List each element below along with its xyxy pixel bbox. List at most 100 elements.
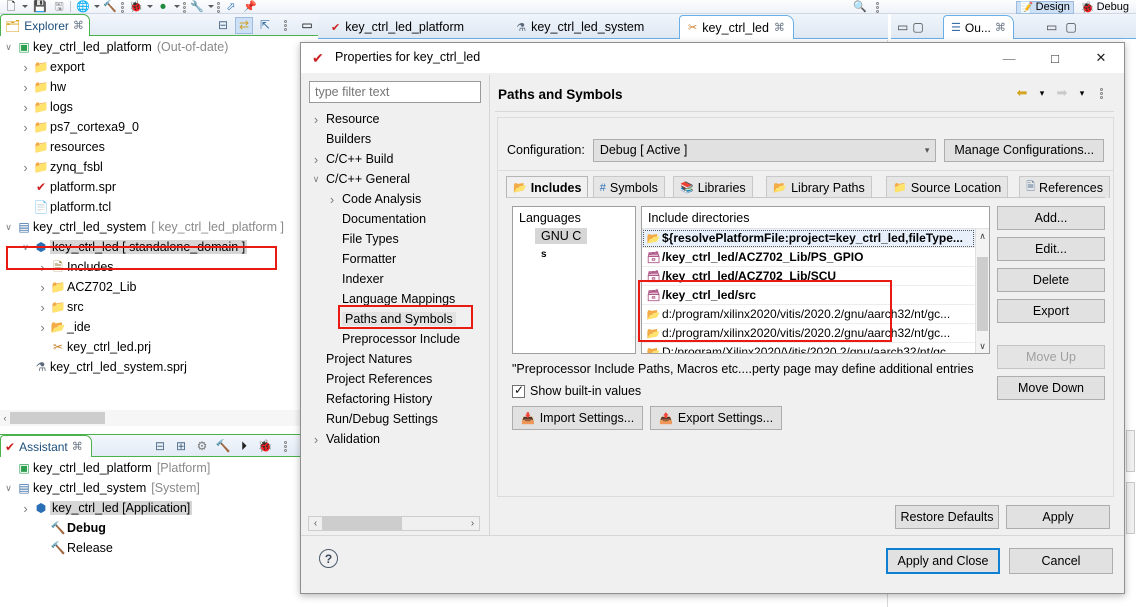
properties-tab[interactable]: 📂 Library Paths xyxy=(766,176,872,198)
preference-item[interactable]: File Types xyxy=(306,229,486,249)
expand-arrow-icon-closed[interactable] xyxy=(326,192,338,207)
export-settings-button[interactable]: 📤 Export Settings... xyxy=(650,406,783,430)
preference-item[interactable]: Validation xyxy=(306,429,486,449)
tree-item[interactable]: ▤key_ctrl_led_system [ key_ctrl_led_platf… xyxy=(0,217,318,237)
collapse-all-icon[interactable]: ⊟ xyxy=(214,17,232,34)
tree-item[interactable]: 📁 resources xyxy=(0,137,318,157)
scroll-down-icon[interactable]: ∨ xyxy=(976,339,989,353)
tree-item[interactable]: ✂ key_ctrl_led.prj xyxy=(0,337,318,357)
language-item[interactable]: GNU C xyxy=(513,227,635,245)
include-directory-row[interactable]: 📂 ${resolvePlatformFile:project=key_ctrl_… xyxy=(642,229,975,248)
preference-item[interactable]: Project Natures xyxy=(306,349,486,369)
view-menu-icon[interactable] xyxy=(277,438,295,455)
expand-all-icon[interactable]: ⊞ xyxy=(172,438,190,455)
tree-item[interactable]: ▣ key_ctrl_led_platform [Platform] xyxy=(0,458,318,478)
expand-arrow-icon-closed[interactable] xyxy=(19,60,32,75)
run-menu-icon[interactable] xyxy=(183,2,187,13)
preference-item[interactable]: Code Analysis xyxy=(306,189,486,209)
expand-arrow-icon-closed[interactable] xyxy=(36,300,49,315)
scroll-left-icon[interactable]: ‹ xyxy=(0,413,10,423)
build-icon[interactable]: 🔨 xyxy=(214,438,232,455)
close-icon[interactable]: ⌘ xyxy=(73,19,84,32)
close-button[interactable]: ✕ xyxy=(1078,43,1124,73)
perspective-design[interactable]: 📝 Design xyxy=(1015,0,1074,14)
minimize-icon[interactable]: ▭ xyxy=(298,17,316,34)
languages-items[interactable]: GNU C s xyxy=(513,227,635,262)
expand-arrow-icon-closed[interactable] xyxy=(19,80,32,95)
include-directory-row[interactable]: 🗃/key_ctrl_led/src xyxy=(642,286,975,305)
editor-tab[interactable]: ⚗ key_ctrl_led_system xyxy=(508,15,652,39)
tree-item[interactable]: ⚗ key_ctrl_led_system.sprj xyxy=(0,357,318,377)
tab-explorer[interactable]: 🗂 Explorer ⌘ xyxy=(0,14,90,36)
preference-item[interactable]: Refactoring History xyxy=(306,389,486,409)
open-perspective-icon[interactable]: ⬀ xyxy=(224,1,238,13)
tree-item[interactable]: 🔨 Release xyxy=(0,538,318,558)
settings-icon[interactable]: ⚙ xyxy=(193,438,211,455)
debug-dropdown-icon[interactable] xyxy=(147,5,152,9)
show-builtin-checkbox-row[interactable]: Show built-in values xyxy=(512,383,641,398)
expand-arrow-icon-open[interactable] xyxy=(2,42,15,53)
tree-item[interactable]: ▤key_ctrl_led_system [System] xyxy=(0,478,318,498)
configuration-select[interactable]: Debug [ Active ] ▾ xyxy=(592,138,937,162)
maximize-icon[interactable]: ▢ xyxy=(912,20,923,34)
preference-item[interactable]: Indexer xyxy=(306,269,486,289)
preference-item[interactable]: Resource xyxy=(306,109,486,129)
link-with-editor-icon[interactable]: ⇄ xyxy=(235,16,253,34)
expand-arrow-icon-closed[interactable] xyxy=(36,320,49,335)
debug-icon[interactable]: 🐞 xyxy=(256,438,274,455)
preference-item[interactable]: C/C++ Build xyxy=(306,149,486,169)
collapse-all-icon[interactable]: ⊟ xyxy=(151,438,169,455)
expand-arrow-icon-open[interactable] xyxy=(2,483,15,494)
view-menu-icon[interactable] xyxy=(277,17,295,34)
tree-item[interactable]: ✔ platform.spr xyxy=(0,177,318,197)
explorer-hscrollbar[interactable]: ‹ xyxy=(0,410,318,426)
include-directories-rows[interactable]: 📂 ${resolvePlatformFile:project=key_ctrl_… xyxy=(642,229,975,353)
maximize-button[interactable]: □ xyxy=(1032,43,1078,73)
preference-item[interactable]: Project References xyxy=(306,369,486,389)
build-menu-icon[interactable] xyxy=(121,2,125,13)
language-item[interactable]: s xyxy=(513,245,635,262)
apply-button[interactable]: Apply xyxy=(1006,505,1110,529)
close-icon[interactable]: ⌘ xyxy=(995,21,1006,34)
include-directories-list[interactable]: Include directories 📂 ${resolvePlatformFi… xyxy=(641,206,990,354)
run-icon[interactable]: ⏵ xyxy=(235,438,253,455)
tree-item[interactable]: 📁hw xyxy=(0,77,318,97)
back-arrow-icon[interactable]: ⬅ xyxy=(1014,85,1030,101)
include-vscrollbar[interactable]: ∧ ∨ xyxy=(975,229,989,353)
tree-item[interactable]: 🗎 Includes xyxy=(0,257,318,277)
export-button[interactable]: Export xyxy=(997,299,1105,323)
perspective-debug[interactable]: 🐞 Debug xyxy=(1078,1,1132,14)
import-settings-button[interactable]: 📥 Import Settings... xyxy=(512,406,644,430)
minimize-icon[interactable]: ▭ xyxy=(897,20,908,34)
include-directory-row[interactable]: 🗃/key_ctrl_led/ACZ702_Lib/PS_GPIO xyxy=(642,248,975,267)
preference-item[interactable]: Run/Debug Settings xyxy=(306,409,486,429)
properties-tab[interactable]: # Symbols xyxy=(592,176,665,198)
expand-arrow-icon-closed[interactable] xyxy=(36,280,49,295)
add-button[interactable]: Add... xyxy=(997,206,1105,230)
minimize-button[interactable]: — xyxy=(986,43,1032,73)
show-builtin-checkbox[interactable] xyxy=(512,383,525,398)
view-menu-icon[interactable] xyxy=(1094,85,1110,101)
tree-item[interactable]: 📁logs xyxy=(0,97,318,117)
tree-item[interactable]: 📄 platform.tcl xyxy=(0,197,318,217)
preference-item[interactable]: Documentation xyxy=(306,209,486,229)
tree-item[interactable]: 📁ps7_cortexa9_0 xyxy=(0,117,318,137)
expand-arrow-icon-open[interactable] xyxy=(2,222,15,233)
explorer-tree[interactable]: ▣key_ctrl_led_platform(Out-of-date)📁expo… xyxy=(0,37,318,432)
new-file-icon[interactable]: 🗋 xyxy=(4,1,18,13)
tree-item[interactable]: 📁ACZ702_Lib xyxy=(0,277,318,297)
bug-icon[interactable]: 🐞 xyxy=(129,1,143,13)
tree-item[interactable]: ⬢key_ctrl_led [Application] xyxy=(0,498,318,518)
close-icon[interactable]: ⌘ xyxy=(72,440,83,453)
expand-arrow-icon-closed[interactable] xyxy=(310,432,322,447)
scroll-thumb[interactable] xyxy=(977,257,988,331)
preferences-tree[interactable]: Resource Builders C/C++ Build C/C++ General… xyxy=(306,109,486,509)
maximize-icon[interactable]: ▢ xyxy=(1065,20,1076,34)
properties-tab[interactable]: 📁 Source Location xyxy=(886,176,1009,198)
expand-arrow-icon-closed[interactable] xyxy=(310,112,322,127)
tree-item[interactable]: 📂_ide xyxy=(0,317,318,337)
expand-arrow-icon-closed[interactable] xyxy=(19,120,32,135)
tree-item[interactable]: 📁zynq_fsbl xyxy=(0,157,318,177)
search-icon[interactable]: 🔍 xyxy=(853,1,867,13)
import-icon[interactable]: ⇱ xyxy=(256,17,274,34)
